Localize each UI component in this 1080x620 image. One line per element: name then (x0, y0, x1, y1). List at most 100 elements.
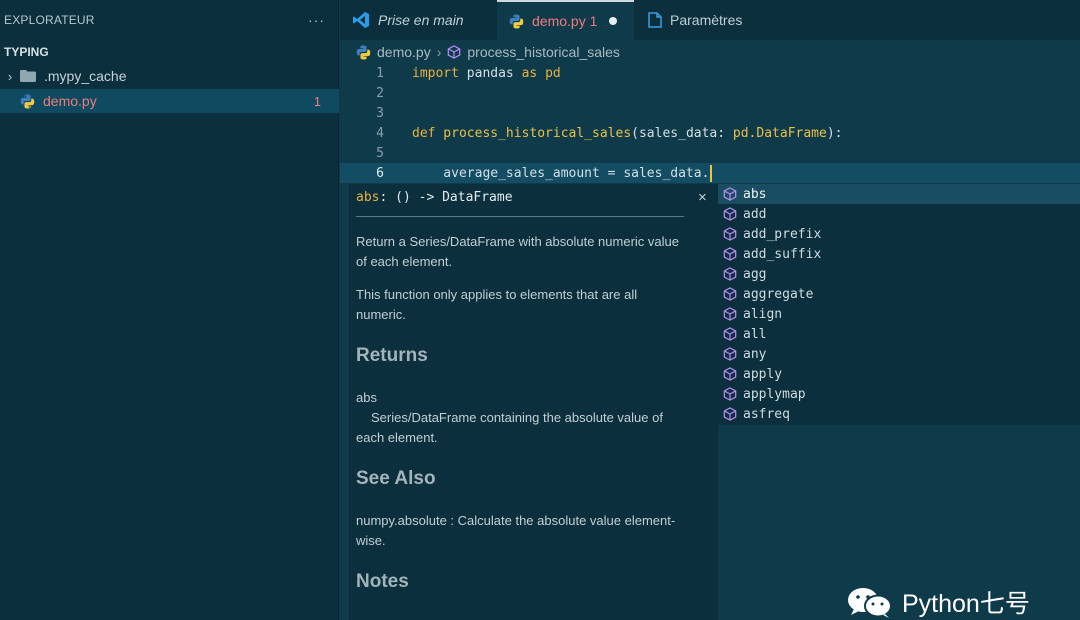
keyword: as (521, 65, 538, 81)
method-icon (723, 407, 737, 421)
suggestion-label: add_prefix (743, 226, 822, 242)
code-line-current[interactable]: 6 average_sales_amount = sales_data. (340, 163, 1080, 183)
doc-notes-truncated (356, 614, 656, 620)
doc-heading-returns: Returns (356, 345, 428, 366)
method-icon (723, 207, 737, 221)
method-icon (723, 267, 737, 281)
code-line[interactable]: 2 (340, 83, 1080, 103)
code-token: pandas (458, 65, 522, 81)
line-number: 4 (376, 125, 384, 141)
doc-heading-see-also: See Also (356, 468, 436, 489)
problem-count-badge: 1 (313, 93, 321, 109)
unsaved-dot-icon[interactable] (609, 17, 618, 25)
breadcrumb: demo.py › process_historical_sales (356, 41, 620, 63)
tab-label: Prise en main (378, 12, 464, 28)
code-token: pd (537, 65, 561, 81)
breadcrumb-separator: › (436, 44, 442, 60)
line-number: 5 (376, 145, 384, 161)
type-annotation: pd.DataFrame (732, 125, 827, 141)
tab-welcome[interactable]: Prise en main (340, 0, 497, 40)
tab-settings[interactable]: Paramètres (636, 0, 776, 40)
doc-paragraph: This function only applies to elements t… (356, 287, 638, 322)
signature-rest: : () -> DataFrame (379, 190, 513, 205)
chevron-right-icon: › (7, 68, 13, 84)
tree-item-label: demo.py (43, 93, 97, 109)
code-text: def process_historical_sales(sales_data:… (412, 126, 842, 141)
tree-item-mypy-cache[interactable]: › .mypy_cache (0, 64, 339, 88)
suggestion-label: align (743, 306, 783, 322)
code-token: average_sales_amount = sales_data. (412, 165, 710, 181)
vscode-icon (353, 12, 369, 28)
code-line[interactable]: 5 (340, 143, 1080, 163)
method-icon (723, 367, 737, 381)
explorer-header: EXPLORATEUR ··· (0, 0, 339, 40)
tab-demo-py[interactable]: demo.py 1 (497, 0, 634, 40)
method-icon (448, 45, 461, 59)
suggestion-item[interactable]: align (718, 304, 1080, 324)
text-cursor (710, 164, 713, 182)
suggestion-item[interactable]: agg (718, 264, 1080, 284)
doc-returns-name: abs (356, 390, 377, 405)
suggestion-label: add_suffix (743, 246, 822, 262)
doc-returns-desc: Series/DataFrame containing the absolute… (356, 410, 663, 445)
python-icon (356, 44, 371, 60)
suggestion-label: all (743, 326, 767, 342)
line-number: 6 (376, 165, 384, 181)
code-line[interactable]: 3 (340, 103, 1080, 123)
method-icon (723, 187, 737, 201)
code-line[interactable]: 1 import pandas as pd (340, 63, 1080, 83)
file-icon (648, 12, 662, 28)
keyword: def (412, 125, 436, 141)
close-icon[interactable]: × (698, 189, 707, 206)
code-text: import pandas as pd (412, 66, 561, 81)
suggestion-item[interactable]: add_prefix (718, 224, 1080, 244)
suggestion-item[interactable]: aggregate (718, 284, 1080, 304)
suggestion-item[interactable]: add (718, 204, 1080, 224)
suggestion-item[interactable]: any (718, 344, 1080, 364)
method-icon (723, 247, 737, 261)
watermark: Python七号 (846, 585, 1030, 619)
method-icon (723, 327, 737, 341)
workspace-section-header[interactable]: TYPING (0, 40, 339, 64)
watermark-text: Python七号 (902, 590, 1030, 618)
code-line[interactable]: 4 def process_historical_sales(sales_dat… (340, 123, 1080, 143)
suggestion-item[interactable]: asfreq (718, 404, 1080, 424)
suggestion-item[interactable]: applymap (718, 384, 1080, 404)
explorer-title: EXPLORATEUR (4, 13, 95, 27)
suggestion-item[interactable]: add_suffix (718, 244, 1080, 264)
workspace-section-title: TYPING (4, 45, 49, 59)
suggestion-label: any (743, 346, 767, 362)
code-text: average_sales_amount = sales_data. (412, 164, 713, 182)
more-actions-icon[interactable]: ··· (308, 12, 325, 28)
doc-signature: abs: () -> DataFrame (356, 190, 513, 205)
method-icon (723, 347, 737, 361)
suggestion-item[interactable]: apply (718, 364, 1080, 384)
doc-heading-notes: Notes (356, 571, 409, 592)
method-icon (723, 307, 737, 321)
suggestion-item[interactable]: all (718, 324, 1080, 344)
tree-item-label: .mypy_cache (44, 68, 127, 84)
python-icon (509, 13, 524, 29)
method-icon (723, 387, 737, 401)
breadcrumb-symbol[interactable]: process_historical_sales (467, 44, 620, 60)
doc-paragraph: Return a Series/DataFrame with absolute … (356, 234, 679, 269)
line-number: 2 (376, 85, 384, 101)
suggestion-item[interactable]: abs (718, 184, 1080, 204)
suggestion-label: agg (743, 266, 767, 282)
tree-item-demo-py[interactable]: demo.py 1 (0, 89, 339, 113)
tab-label: Paramètres (670, 12, 743, 28)
wechat-icon (848, 588, 892, 618)
code-token: (sales_data: (631, 125, 733, 141)
suggestion-label: applymap (743, 386, 806, 402)
method-icon (723, 287, 737, 301)
explorer-sidebar: EXPLORATEUR ··· TYPING › .mypy_cache dem… (0, 0, 339, 620)
breadcrumb-file[interactable]: demo.py (377, 44, 431, 60)
code-token: ): (826, 125, 843, 141)
function-name: process_historical_sales (435, 125, 632, 141)
divider (356, 216, 684, 217)
method-icon (723, 227, 737, 241)
suggestion-list: abs add add_prefix add_suffixagg aggregate al… (718, 184, 1080, 425)
keyword: import (412, 65, 459, 81)
suggestion-label: add (743, 206, 767, 222)
line-number: 1 (376, 65, 384, 81)
